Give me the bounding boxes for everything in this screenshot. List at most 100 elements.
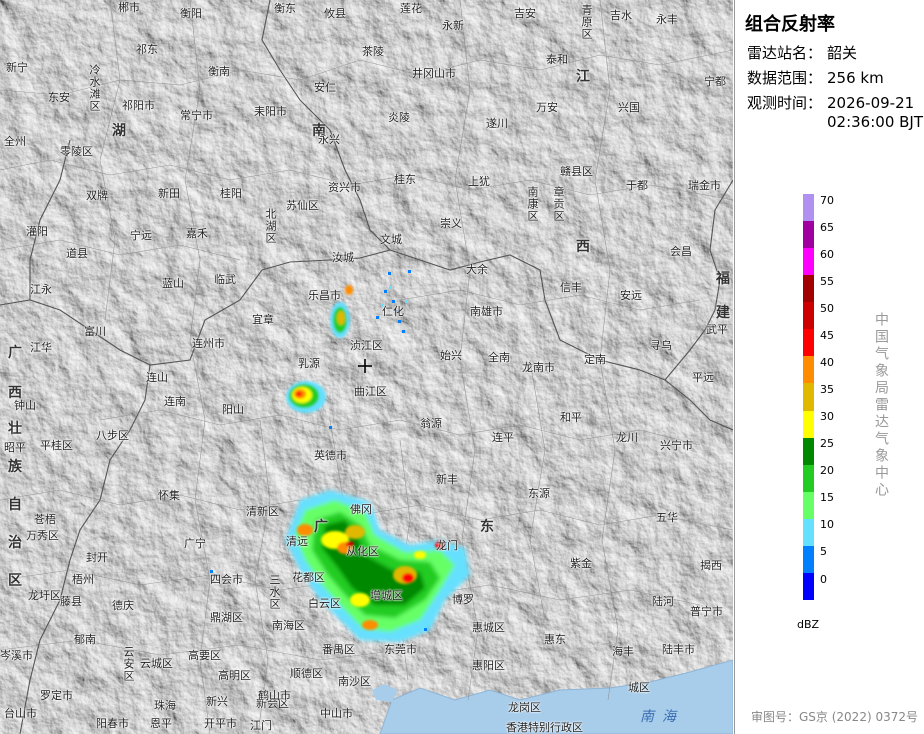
- legend-tick-label: 30: [820, 409, 834, 423]
- time-label: 观测时间：: [747, 94, 823, 112]
- station-value: 韶关: [827, 44, 858, 62]
- place-label: 全南: [488, 351, 510, 364]
- place-label: 阳春市: [96, 717, 129, 730]
- station-row: 雷达站名： 韶关: [747, 42, 857, 63]
- place-label: 大余: [466, 263, 488, 276]
- legend-swatch: [803, 518, 814, 546]
- legend-swatch: [803, 194, 814, 222]
- place-label: 武平: [706, 323, 728, 336]
- place-label: 龙南市: [522, 361, 555, 374]
- place-label: 宁远: [130, 229, 152, 242]
- legend-tick-label: 0: [820, 572, 827, 586]
- radar-map[interactable]: 湖 南 江 西 福 建 广 东 广 西 壮 族 自 治 区 南海 郴市 衡阳 衡…: [0, 0, 733, 734]
- legend-tick-label: 65: [820, 220, 834, 234]
- legend-swatch: [803, 491, 814, 519]
- place-label: 南海区: [272, 619, 305, 632]
- place-label: 道县: [66, 247, 88, 260]
- place-label: 岑溪市: [0, 649, 33, 662]
- review-number: 审图号：GS京 (2022) 0372号: [751, 710, 918, 724]
- place-label: 井冈山市: [412, 67, 456, 80]
- place-label: 遂川: [486, 117, 508, 130]
- place-label: 封开: [86, 551, 108, 564]
- province-label: 广: [314, 519, 328, 535]
- place-label: 从化区: [346, 545, 379, 558]
- place-label: 富川: [84, 325, 106, 338]
- place-label: 平远: [692, 371, 714, 384]
- product-title: 组合反射率: [745, 14, 835, 35]
- info-panel: 组合反射率 雷达站名： 韶关 数据范围： 256 km 观测时间： 2026-09-2…: [734, 0, 924, 734]
- province-label: 区: [8, 573, 22, 589]
- place-label: 炎陵: [388, 111, 410, 124]
- place-label: 惠阳区: [472, 659, 505, 672]
- place-label: 怀集: [158, 489, 180, 502]
- place-label: 曲江区: [354, 385, 387, 398]
- place-label: 广宁: [184, 537, 206, 550]
- place-label: 新宁: [6, 61, 28, 74]
- legend-swatch: [803, 383, 814, 411]
- place-label: 安仁: [314, 81, 336, 94]
- legend-tick-label: 40: [820, 355, 834, 369]
- place-label: 泰和: [546, 53, 568, 66]
- place-label: 郁南: [74, 633, 96, 646]
- place-label: 佛冈: [350, 503, 372, 516]
- place-label: 永兴: [318, 133, 340, 146]
- place-label: 文城: [380, 233, 402, 246]
- place-label: 连州市: [192, 337, 225, 350]
- place-label: 新田: [158, 187, 180, 200]
- place-label: 英德市: [314, 449, 347, 462]
- place-label: 于都: [626, 179, 648, 192]
- legend-swatch: [803, 356, 814, 384]
- place-label: 北湖区: [264, 208, 277, 244]
- color-legend: [803, 194, 814, 600]
- place-label: 乐昌市: [308, 289, 341, 302]
- place-label: 临武: [214, 273, 236, 286]
- place-label: 三水区: [268, 574, 281, 610]
- place-label: 江门: [250, 719, 272, 732]
- legend-tick-label: 10: [820, 517, 834, 531]
- place-label: 平桂区: [40, 439, 73, 452]
- place-label: 龙门: [436, 539, 458, 552]
- place-label: 惠东: [544, 633, 566, 646]
- place-label: 阳山: [222, 403, 244, 416]
- place-label: 茶陵: [362, 45, 384, 58]
- place-label: 云安区: [122, 646, 135, 682]
- place-label: 高要区: [188, 649, 221, 662]
- place-label: 赣县区: [560, 165, 593, 178]
- sea-label: 南海: [640, 709, 684, 725]
- place-label: 安远: [620, 289, 642, 302]
- place-label: 东源: [528, 487, 550, 500]
- place-label: 衡东: [274, 2, 296, 15]
- place-label: 普宁市: [690, 605, 723, 618]
- time-date: 2026-09-21: [827, 94, 915, 112]
- place-label: 衡南: [208, 65, 230, 78]
- time-clock: 02:36:00 BJT: [827, 113, 924, 131]
- legend-swatch: [803, 464, 814, 492]
- place-label: 宜章: [252, 313, 274, 326]
- place-label: 崇义: [440, 217, 462, 230]
- place-label: 兴国: [618, 101, 640, 114]
- place-label: 全州: [4, 135, 26, 148]
- place-label: 永新: [442, 19, 464, 32]
- place-label: 江永: [30, 283, 52, 296]
- place-label: 蓝山: [162, 277, 184, 290]
- place-label: 莲花: [400, 2, 422, 15]
- station-label: 雷达站名：: [747, 44, 823, 62]
- place-label: 恩平: [150, 717, 172, 730]
- place-label: 紫金: [570, 557, 592, 570]
- province-label: 福: [716, 271, 730, 287]
- place-label: 瑞金市: [688, 179, 721, 192]
- place-label: 永丰: [656, 13, 678, 26]
- place-label: 增城区: [370, 589, 403, 602]
- place-label: 祁东: [136, 43, 158, 56]
- province-label: 江: [576, 69, 590, 85]
- legend-swatch: [803, 275, 814, 303]
- province-label: 广: [8, 345, 22, 361]
- place-label: 罗定市: [40, 689, 73, 702]
- place-label: 中山市: [320, 707, 353, 720]
- legend-tick-label: 50: [820, 301, 834, 315]
- place-label: 台山市: [4, 707, 37, 720]
- legend-swatch: [803, 437, 814, 465]
- place-label: 揭西: [700, 559, 722, 572]
- legend-swatch: [803, 248, 814, 276]
- place-label: 耒阳市: [254, 105, 287, 118]
